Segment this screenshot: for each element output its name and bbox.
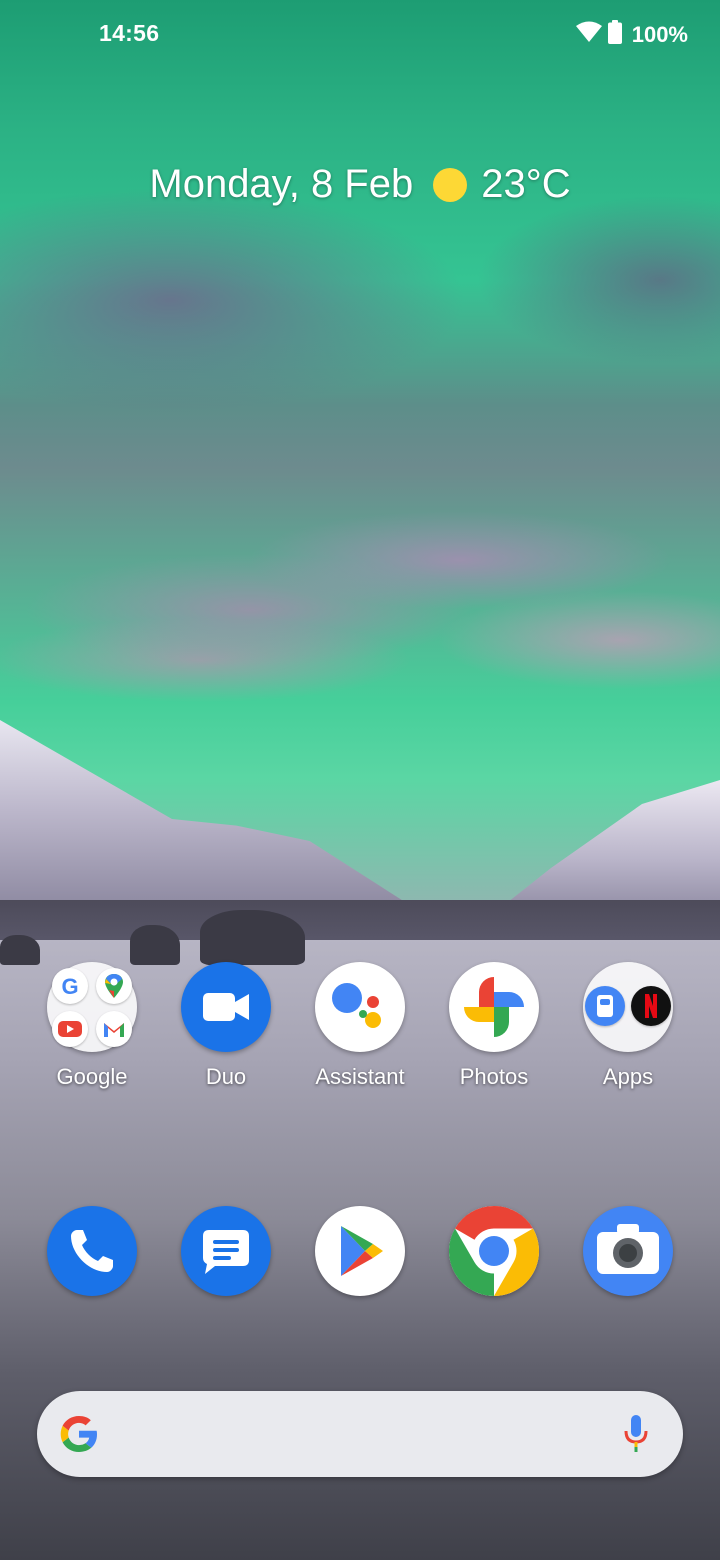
app-label: Photos [459,1064,529,1089]
app-google-folder[interactable]: G Google [32,962,152,1090]
google-search-bar[interactable] [37,1391,683,1477]
app-label: Google [56,1064,128,1089]
rock [130,925,180,965]
rock [200,910,305,965]
dock-camera[interactable] [568,1206,688,1296]
google-g-icon[interactable] [57,1412,101,1461]
app-photos[interactable]: Photos [434,962,554,1090]
app-label: Apps [602,1064,654,1089]
sun-icon [433,167,468,202]
camera-icon [583,1206,673,1296]
youtube-icon [52,1011,88,1047]
status-clock: 14:56 [99,20,160,46]
rock [0,935,40,965]
app-duo[interactable]: Duo [166,962,286,1090]
app-apps-folder[interactable]: Apps [568,962,688,1090]
gmail-icon [96,1011,132,1047]
status-bar[interactable]: 14:56 100% [0,0,720,70]
glance-date[interactable]: Monday, 8 Feb [149,162,413,207]
phone-icon [47,1206,137,1296]
dock-messages[interactable] [166,1206,286,1296]
dock [0,1206,720,1346]
duo-icon [181,962,271,1052]
wifi-icon [575,21,602,48]
chrome-icon [448,1206,540,1296]
photos-icon [449,962,539,1052]
at-a-glance-widget[interactable]: Monday, 8 Feb 23°C [0,162,720,207]
dock-play-store[interactable] [300,1206,420,1296]
play-store-icon [315,1206,405,1296]
glance-temperature[interactable]: 23°C [481,162,570,207]
contacts-icon [585,986,625,1026]
google-folder-icon: G [47,962,137,1052]
svg-text:G: G [61,974,78,999]
battery-icon [607,20,622,49]
netflix-icon [631,986,671,1026]
app-assistant[interactable]: Assistant [300,962,420,1090]
mic-icon[interactable] [623,1415,649,1458]
app-label: Duo [205,1064,247,1089]
google-g-icon: G [52,968,88,1004]
dock-chrome[interactable] [434,1206,554,1296]
messages-icon [181,1206,271,1296]
apps-folder-icon [583,962,673,1052]
battery-percent: 100% [631,21,688,47]
home-app-row: G Google Duo Assistant Photos Apps [0,962,720,1102]
assistant-icon [315,962,405,1052]
app-label: Assistant [315,1064,405,1089]
status-icons: 100% [575,20,688,49]
dock-phone[interactable] [32,1206,152,1296]
maps-icon [96,968,132,1004]
